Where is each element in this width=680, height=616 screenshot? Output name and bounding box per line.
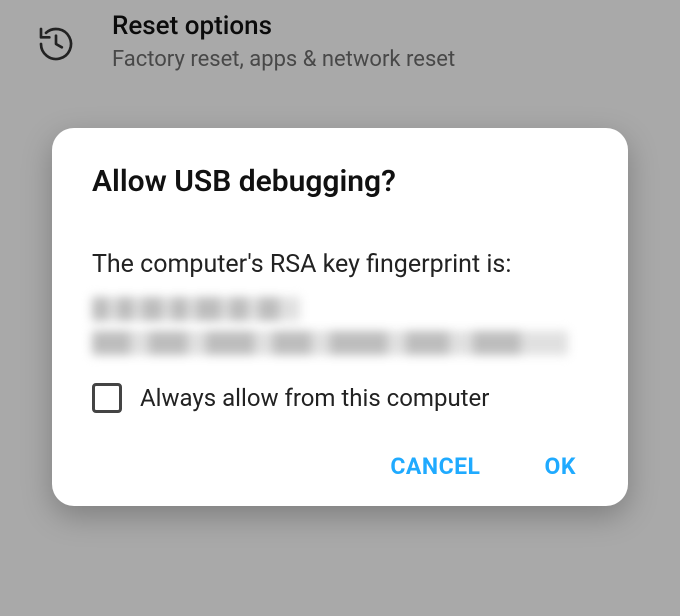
fingerprint-line [92, 331, 568, 355]
dialog-title: Allow USB debugging? [92, 164, 588, 199]
ok-button[interactable]: OK [541, 447, 580, 486]
modal-scrim[interactable]: Allow USB debugging? The computer's RSA … [0, 0, 680, 616]
always-allow-label: Always allow from this computer [140, 384, 489, 412]
usb-debugging-dialog: Allow USB debugging? The computer's RSA … [52, 128, 628, 506]
cancel-button[interactable]: CANCEL [386, 447, 484, 486]
always-allow-checkbox[interactable] [92, 383, 122, 413]
dialog-button-row: CANCEL OK [92, 447, 588, 486]
dialog-message: The computer's RSA key fingerprint is: [92, 247, 588, 283]
rsa-fingerprint-redacted [92, 297, 588, 355]
always-allow-row[interactable]: Always allow from this computer [92, 383, 588, 413]
fingerprint-line [92, 297, 300, 321]
